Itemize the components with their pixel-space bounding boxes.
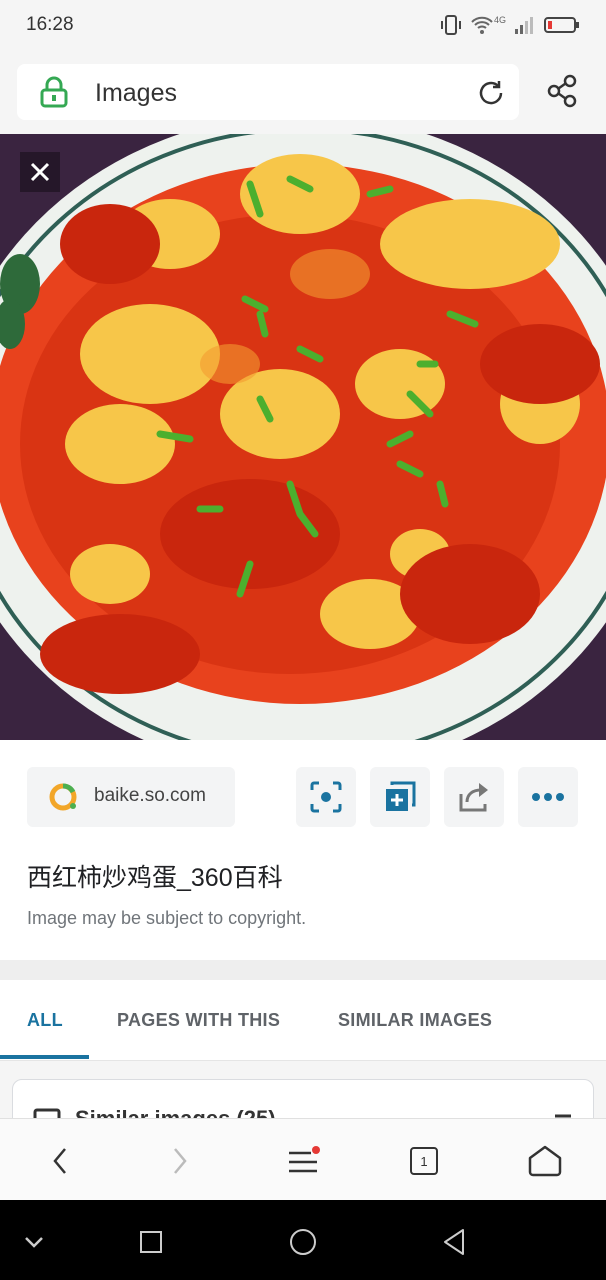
notification-dot xyxy=(312,1146,320,1154)
more-button[interactable] xyxy=(518,767,578,827)
share-icon[interactable] xyxy=(546,74,578,108)
system-navigation-bar xyxy=(0,1200,606,1280)
tab-pages-with-this[interactable]: PAGES WITH THIS xyxy=(117,1010,280,1031)
tab-similar-images[interactable]: SIMILAR IMAGES xyxy=(338,1010,492,1031)
status-bar: 16:28 4G xyxy=(0,0,606,52)
source-chip[interactable]: baike.so.com xyxy=(27,767,235,827)
tab-count: 1 xyxy=(420,1153,428,1169)
close-button[interactable] xyxy=(20,152,60,192)
close-icon xyxy=(30,162,50,182)
forward-button[interactable] xyxy=(158,1139,202,1183)
source-domain: baike.so.com xyxy=(94,785,206,806)
add-to-collection-icon xyxy=(386,781,416,811)
share-button[interactable] xyxy=(444,767,504,827)
more-icon xyxy=(532,793,564,801)
menu-icon xyxy=(289,1146,320,1173)
home-icon xyxy=(528,1145,562,1177)
source-logo-icon xyxy=(49,783,77,811)
share-arrow-icon xyxy=(459,783,488,812)
copyright-notice: Image may be subject to copyright. xyxy=(27,908,307,928)
triangle-back-icon xyxy=(444,1229,464,1255)
address-bar[interactable]: Images xyxy=(17,64,519,120)
results-area: Similar images (25) xyxy=(0,1061,606,1141)
lock-icon xyxy=(40,76,68,108)
status-icons: 4G xyxy=(440,14,580,36)
home-button[interactable] xyxy=(523,1139,567,1183)
tab-all[interactable]: ALL xyxy=(27,1010,63,1031)
tabs-button[interactable]: 1 xyxy=(402,1139,446,1183)
active-tab-indicator xyxy=(0,1055,89,1059)
browser-bottom-nav: 1 xyxy=(0,1118,606,1201)
system-back-button[interactable] xyxy=(434,1222,474,1262)
system-home-button[interactable] xyxy=(283,1222,323,1262)
section-divider xyxy=(0,960,606,980)
signal-icon xyxy=(515,17,533,34)
system-recents-button[interactable] xyxy=(131,1222,171,1262)
lens-icon xyxy=(310,781,342,813)
network-label: 4G xyxy=(493,15,506,25)
address-bar-area: Images xyxy=(0,52,606,134)
status-time: 16:28 xyxy=(26,14,74,35)
result-tabs: ALL PAGES WITH THIS SIMILAR IMAGES xyxy=(0,980,606,1061)
address-bar-title: Images xyxy=(95,79,177,107)
battery-icon xyxy=(544,17,579,33)
circle-home-icon xyxy=(290,1229,316,1255)
collection-button[interactable] xyxy=(370,767,430,827)
vibrate-icon xyxy=(440,15,461,35)
chevron-down-icon xyxy=(25,1237,43,1248)
system-hide-button[interactable] xyxy=(14,1222,54,1262)
wifi-icon xyxy=(471,16,493,34)
back-icon xyxy=(53,1148,66,1174)
back-button[interactable] xyxy=(38,1139,82,1183)
reload-icon[interactable] xyxy=(475,77,507,109)
image-preview[interactable] xyxy=(0,134,606,740)
menu-button[interactable] xyxy=(281,1139,325,1183)
forward-icon xyxy=(174,1148,187,1174)
lens-button[interactable] xyxy=(296,767,356,827)
tabs-icon: 1 xyxy=(410,1147,438,1175)
dish-image xyxy=(0,134,606,740)
recents-icon xyxy=(140,1231,162,1253)
image-title[interactable]: 西红柿炒鸡蛋_360百科 xyxy=(27,858,283,894)
image-info: baike.so.com 西红柿炒鸡蛋_360百科 Image may be s… xyxy=(0,740,606,960)
